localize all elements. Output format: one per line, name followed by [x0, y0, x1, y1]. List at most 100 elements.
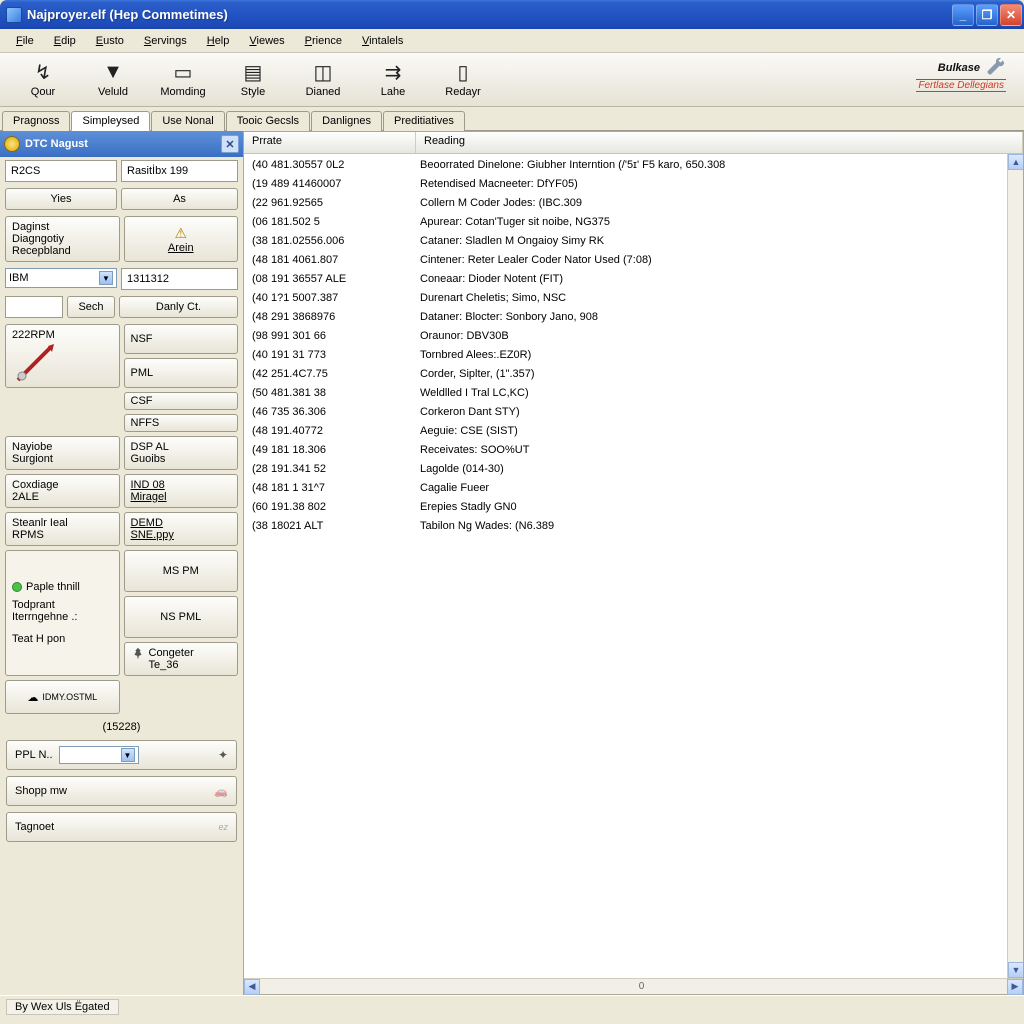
rasit-field[interactable]: Rasitİbx 199: [121, 160, 238, 182]
menu-file[interactable]: File: [6, 32, 44, 50]
yies-button[interactable]: Yies: [5, 188, 117, 210]
tab-tooic-gecsls[interactable]: Tooic Gecsls: [226, 111, 310, 131]
scroll-left-button[interactable]: ◀: [244, 979, 260, 995]
row-prrate: (06 181.502 5: [252, 214, 420, 231]
toolbar-icon: ▭: [171, 62, 195, 84]
list-row[interactable]: (08 191 36557 ALEConeaar: Dioder Notent …: [244, 270, 1023, 289]
tagnoet-button[interactable]: Tagnoet ez: [6, 812, 237, 842]
menu-prience[interactable]: Prience: [295, 32, 352, 50]
maximize-button[interactable]: ❐: [976, 4, 998, 26]
row-reading: Durenart Cheletis; Simo, NSC: [420, 290, 1015, 307]
toolbar-label: Lahe: [381, 86, 405, 98]
coxdiage-button[interactable]: Coxdiage 2ALE: [5, 474, 120, 508]
list-row[interactable]: (22 961.92565Collern M Coder Jodes: (IBC…: [244, 194, 1023, 213]
toolbar-redayr[interactable]: ▯Redayr: [428, 56, 498, 104]
pin-icon: [131, 647, 145, 661]
toolbar-momding[interactable]: ▭Momding: [148, 56, 218, 104]
arein-button[interactable]: ⚠Arein: [124, 216, 239, 262]
sech-button[interactable]: Sech: [67, 296, 115, 318]
tab-use-nonal[interactable]: Use Nonal: [151, 111, 224, 131]
list-row[interactable]: (60 191.38 802Erepies Stadly GN0: [244, 498, 1023, 517]
demd-button[interactable]: DEMD SNE.ppy: [124, 512, 239, 546]
daginst-button[interactable]: Daginst Diagngotiy Recepbland: [5, 216, 120, 262]
scroll-right-button[interactable]: ▶: [1007, 979, 1023, 995]
row-prrate: (40 481.30557 0L2: [252, 157, 420, 174]
close-button[interactable]: ✕: [1000, 4, 1022, 26]
ind08-button[interactable]: IND 08 Miragel: [124, 474, 239, 508]
toolbar-dianed[interactable]: ◫Dianed: [288, 56, 358, 104]
list-row[interactable]: (19 489 41460007Retendised Macneeter: Df…: [244, 175, 1023, 194]
vertical-scrollbar[interactable]: ▲ ▼: [1007, 154, 1023, 978]
chevron-down-icon: ▼: [121, 748, 135, 762]
idmy-button[interactable]: ☁ IDMY.OSTML: [5, 680, 120, 714]
row-prrate: (48 181 4061.807: [252, 252, 420, 269]
menu-servings[interactable]: Servings: [134, 32, 197, 50]
toolbar-icon: ◫: [311, 62, 335, 84]
menu-vintalels[interactable]: Vintalels: [352, 32, 413, 50]
list-row[interactable]: (38 18021 ALTTabilon Ng Wades: (N6.389: [244, 517, 1023, 536]
list-row[interactable]: (40 481.30557 0L2Beoorrated Dinelone: Gi…: [244, 156, 1023, 175]
hscroll-label: 0: [260, 981, 1023, 992]
list-row[interactable]: (06 181.502 5Apurear: Cotan'Tuger sit no…: [244, 213, 1023, 232]
row-reading: Erepies Stadly GN0: [420, 499, 1015, 516]
shopp-button[interactable]: Shopp mw 🚗: [6, 776, 237, 806]
horizontal-scrollbar[interactable]: ◀ 0 ▶: [244, 978, 1023, 994]
panel-close-button[interactable]: ✕: [221, 135, 239, 153]
toolbar-lahe[interactable]: ⇉Lahe: [358, 56, 428, 104]
row-prrate: (38 18021 ALT: [252, 518, 420, 535]
r2cs-field[interactable]: R2CS: [5, 160, 117, 182]
menu-eusto[interactable]: Eusto: [86, 32, 134, 50]
rpm-cell[interactable]: 222RPM: [5, 324, 120, 388]
menu-help[interactable]: Help: [197, 32, 240, 50]
list-row[interactable]: (40 1?1 5007.387Durenart Cheletis; Simo,…: [244, 289, 1023, 308]
minimize-button[interactable]: _: [952, 4, 974, 26]
row-prrate: (08 191 36557 ALE: [252, 271, 420, 288]
nspml-button[interactable]: NS PML: [124, 596, 239, 638]
dspal-button[interactable]: DSP AL Guoibs: [124, 436, 239, 470]
list-row[interactable]: (49 181 18.306Receivates: SOO%UT: [244, 441, 1023, 460]
list-row[interactable]: (42 251.4C7.75Corder, Siplter, (1".357): [244, 365, 1023, 384]
list-row[interactable]: (48 181 1 31^7Cagalie Fueer: [244, 479, 1023, 498]
toolbar-style[interactable]: ▤Style: [218, 56, 288, 104]
mspm-button[interactable]: MS PM: [124, 550, 239, 592]
tab-preditiatives[interactable]: Preditiatives: [383, 111, 465, 131]
congeter-button[interactable]: Congeter Te_36: [124, 642, 239, 676]
list-row[interactable]: (46 735 36.306Corkeron Dant STY): [244, 403, 1023, 422]
nffs-button[interactable]: NFFS: [124, 414, 239, 432]
tab-simpleysed[interactable]: Simpleysed: [71, 111, 150, 131]
row-reading: Cintener: Reter Lealer Coder Nator Used …: [420, 252, 1015, 269]
as-button[interactable]: As: [121, 188, 238, 210]
statusbar: By Wex Uls Ёgated: [0, 995, 1024, 1017]
scroll-down-button[interactable]: ▼: [1008, 962, 1023, 978]
blank-field[interactable]: [5, 296, 63, 318]
list-row[interactable]: (48 291 3868976Dataner: Blocter: Sonbory…: [244, 308, 1023, 327]
num-field[interactable]: 1311312: [121, 268, 238, 290]
list-row[interactable]: (48 191.40772Aeguie: CSE (SIST): [244, 422, 1023, 441]
toolbar-veluld[interactable]: ▼Veluld: [78, 56, 148, 104]
brand-tagline: Fertlase Dellegians: [916, 79, 1006, 92]
nayiobe-button[interactable]: Nayiobe Surgiont: [5, 436, 120, 470]
list-row[interactable]: (50 481.381 38Weldlled I Tral LC,KC): [244, 384, 1023, 403]
csf-button[interactable]: CSF: [124, 392, 239, 410]
list-row[interactable]: (98 991 301 66Oraunor: DBV30B: [244, 327, 1023, 346]
list-row[interactable]: (38 181.02556.006Cataner: Sladlen M Onga…: [244, 232, 1023, 251]
list-row[interactable]: (28 191.341 52Lagolde (014-30): [244, 460, 1023, 479]
menu-edip[interactable]: Edip: [44, 32, 86, 50]
col-prrate[interactable]: Prrate: [244, 132, 416, 153]
tab-pragnoss[interactable]: Pragnoss: [2, 111, 70, 131]
list-row[interactable]: (48 181 4061.807Cintener: Reter Lealer C…: [244, 251, 1023, 270]
menu-viewes[interactable]: Viewes: [239, 32, 294, 50]
row-reading: Retendised Macneeter: DfYF05): [420, 176, 1015, 193]
tab-danlignes[interactable]: Danlignes: [311, 111, 382, 131]
nsf-button[interactable]: NSF: [124, 324, 239, 354]
pml-button[interactable]: PML: [124, 358, 239, 388]
scroll-up-button[interactable]: ▲: [1008, 154, 1023, 170]
ppl-select[interactable]: PPL N.. ▼ ✦: [6, 740, 237, 770]
toolbar-qour[interactable]: ↯Qour: [8, 56, 78, 104]
list-row[interactable]: (40 191 31 773Tornbred Alees:.EZ0R): [244, 346, 1023, 365]
col-reading[interactable]: Reading: [416, 132, 1023, 153]
danly-button[interactable]: Danly Ct.: [119, 296, 238, 318]
steanlr-button[interactable]: Steanlr Ieal RPMS: [5, 512, 120, 546]
ibm-select[interactable]: IBM▼: [5, 268, 117, 288]
row-prrate: (40 1?1 5007.387: [252, 290, 420, 307]
